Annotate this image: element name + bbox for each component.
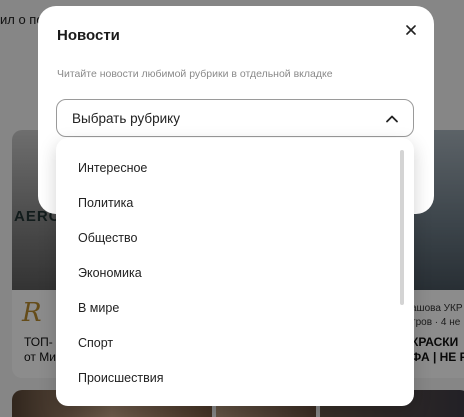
modal-description: Читайте новости любимой рубрики в отдель… (57, 68, 333, 80)
dropdown-item-politics[interactable]: Политика (56, 185, 396, 220)
dropdown-item-incidents[interactable]: Происшествия (56, 360, 396, 395)
close-button[interactable] (400, 19, 422, 41)
category-dropdown[interactable]: Интересное Политика Общество Экономика В… (56, 138, 414, 406)
dropdown-item-sport[interactable]: Спорт (56, 325, 396, 360)
dropdown-item-interesting[interactable]: Интересное (56, 150, 396, 185)
modal-title: Новости (57, 27, 120, 44)
dropdown-scrollbar[interactable] (400, 150, 404, 305)
chevron-up-icon (386, 115, 398, 123)
dropdown-item-society[interactable]: Общество (56, 220, 396, 255)
category-select-value: Выбрать рубрику (72, 111, 180, 126)
close-icon (406, 25, 416, 35)
dropdown-item-world[interactable]: В мире (56, 290, 396, 325)
category-select[interactable]: Выбрать рубрику (56, 99, 414, 137)
dropdown-item-economy[interactable]: Экономика (56, 255, 396, 290)
